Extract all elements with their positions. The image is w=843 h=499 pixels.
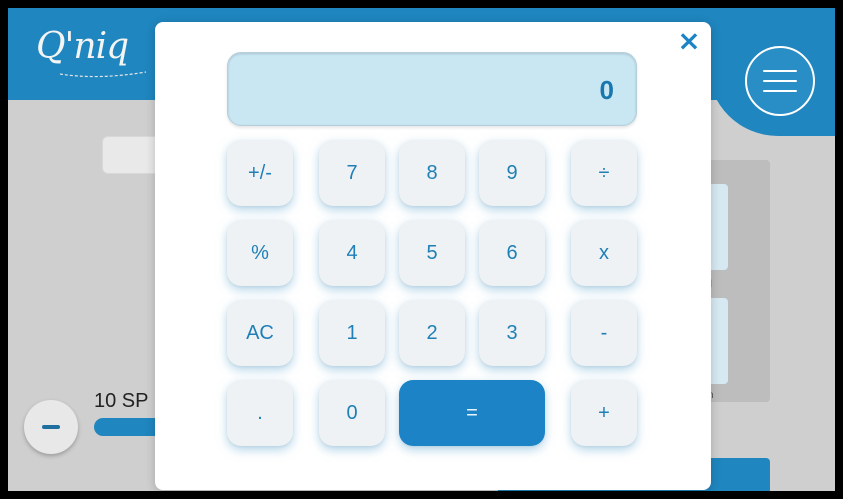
key-9[interactable]: 9 (479, 140, 545, 206)
hamburger-menu-button[interactable] (745, 46, 815, 116)
add-key[interactable]: + (571, 380, 637, 446)
key-1[interactable]: 1 (319, 300, 385, 366)
key-5[interactable]: 5 (399, 220, 465, 286)
divide-key[interactable]: ÷ (571, 140, 637, 206)
multiply-key[interactable]: x (571, 220, 637, 286)
decimal-key[interactable]: . (227, 380, 293, 446)
decrease-button[interactable] (24, 400, 78, 454)
calculator-modal: × 0 +/- 7 8 9 ÷ % 4 5 6 x AC 1 2 3 - . 0… (155, 22, 711, 490)
calculator-display: 0 (227, 52, 637, 126)
key-6[interactable]: 6 (479, 220, 545, 286)
app-frame: Q'niq rd vn 10 SP × 0 +/- 7 8 9 ÷ % 4 5 … (8, 8, 835, 491)
menu-line-icon (763, 80, 797, 82)
key-8[interactable]: 8 (399, 140, 465, 206)
logo-swash-icon (59, 71, 147, 78)
key-7[interactable]: 7 (319, 140, 385, 206)
subtract-key[interactable]: - (571, 300, 637, 366)
percent-key[interactable]: % (227, 220, 293, 286)
close-icon[interactable]: × (676, 27, 702, 55)
minus-icon (42, 425, 60, 429)
speed-label: 10 SP (94, 390, 149, 412)
app-logo: Q'niq (36, 26, 129, 67)
menu-line-icon (763, 70, 797, 72)
equals-key[interactable]: = (399, 380, 545, 446)
key-4[interactable]: 4 (319, 220, 385, 286)
key-3[interactable]: 3 (479, 300, 545, 366)
menu-line-icon (763, 90, 797, 92)
key-2[interactable]: 2 (399, 300, 465, 366)
key-0[interactable]: 0 (319, 380, 385, 446)
plus-minus-key[interactable]: +/- (227, 140, 293, 206)
clear-key[interactable]: AC (227, 300, 293, 366)
